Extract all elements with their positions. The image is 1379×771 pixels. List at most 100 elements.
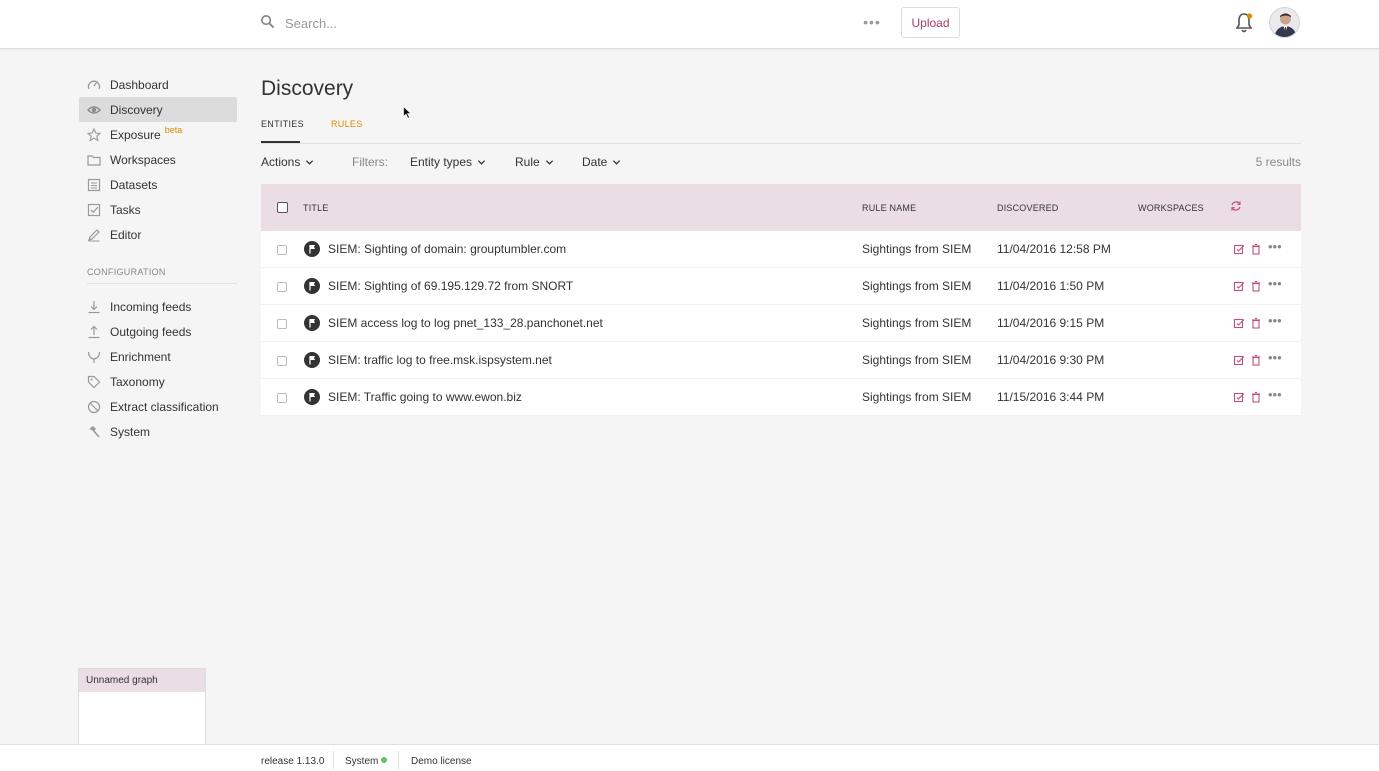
flag-icon (304, 389, 320, 405)
delete-icon[interactable] (1250, 243, 1262, 255)
table-row[interactable]: SIEM: Traffic going to www.ewon.biz Sigh… (261, 379, 1301, 416)
delete-icon[interactable] (1250, 354, 1262, 366)
sidebar-item-editor[interactable]: Editor (79, 222, 237, 247)
footer-divider (398, 751, 399, 769)
sidebar-item-taxonomy[interactable]: Taxonomy (79, 369, 237, 394)
rule-filter[interactable]: Rule (515, 155, 554, 169)
notification-bell-icon[interactable] (1234, 12, 1254, 34)
system-status-label: System (345, 756, 379, 767)
sidebar-item-label: Extract classification (110, 399, 219, 414)
sidebar-item-discovery[interactable]: Discovery (79, 97, 237, 122)
download-icon (87, 300, 101, 314)
search-input[interactable] (285, 15, 785, 31)
table-toolbar: Actions Filters: Entity types Rule Date … (261, 155, 1301, 173)
page-title: Discovery (261, 77, 354, 100)
delete-icon[interactable] (1250, 317, 1262, 329)
upload-icon (87, 325, 101, 339)
upload-button[interactable]: Upload (901, 7, 960, 38)
delete-icon[interactable] (1250, 391, 1262, 403)
delete-icon[interactable] (1250, 280, 1262, 292)
status-footer: release 1.13.0 System Demo license (0, 744, 1379, 771)
sidebar-item-enrichment[interactable]: Enrichment (79, 344, 237, 369)
checkbox-icon (87, 203, 101, 217)
sidebar-item-label: Incoming feeds (110, 299, 192, 314)
entity-types-filter[interactable]: Entity types (410, 155, 486, 169)
row-discovered: 11/04/2016 1:50 PM (997, 279, 1105, 293)
hammer-icon (87, 425, 101, 439)
sidebar-item-dashboard[interactable]: Dashboard (79, 72, 237, 97)
sidebar-item-label: Dashboard (110, 77, 169, 92)
entity-types-label: Entity types (410, 155, 473, 169)
row-title[interactable]: SIEM: Sighting of domain: grouptumbler.c… (328, 242, 566, 256)
table-row[interactable]: SIEM: Sighting of domain: grouptumbler.c… (261, 231, 1301, 268)
tab-rules[interactable]: RULES (331, 119, 363, 143)
column-rule-name[interactable]: RULE NAME (862, 203, 916, 213)
merge-icon (87, 350, 101, 364)
block-icon (87, 400, 101, 414)
status-ok-icon (381, 757, 388, 763)
flag-icon (304, 241, 320, 257)
row-checkbox[interactable] (277, 245, 287, 255)
sidebar-item-incoming-feeds[interactable]: Incoming feeds (79, 294, 237, 319)
sidebar-item-extract-classification[interactable]: Extract classification (79, 394, 237, 419)
top-bar: ••• Upload (0, 0, 1379, 49)
column-title[interactable]: TITLE (303, 203, 329, 213)
sidebar-item-exposure[interactable]: Exposure beta (79, 122, 237, 147)
sidebar-item-label: Editor (110, 227, 142, 242)
discovery-table: TITLE RULE NAME DISCOVERED WORKSPACES SI… (261, 184, 1301, 416)
sidebar-item-label: Tasks (110, 202, 141, 217)
row-discovered: 11/15/2016 3:44 PM (997, 390, 1105, 404)
table-row[interactable]: SIEM: Sighting of 69.195.129.72 from SNO… (261, 268, 1301, 305)
row-title[interactable]: SIEM: Traffic going to www.ewon.biz (328, 390, 522, 404)
sidebar-item-tasks[interactable]: Tasks (79, 197, 237, 222)
edit-icon[interactable] (1233, 243, 1245, 255)
search-bar (260, 12, 820, 34)
sidebar-item-label: Outgoing feeds (110, 324, 192, 339)
date-filter[interactable]: Date (582, 155, 621, 169)
system-status[interactable]: System (345, 756, 388, 767)
pencil-icon (87, 228, 101, 242)
row-checkbox[interactable] (277, 319, 287, 329)
row-discovered: 11/04/2016 9:30 PM (997, 353, 1105, 367)
user-avatar[interactable] (1269, 7, 1300, 38)
table-row[interactable]: SIEM access log to log pnet_133_28.panch… (261, 305, 1301, 342)
row-title[interactable]: SIEM access log to log pnet_133_28.panch… (328, 316, 603, 330)
select-all-checkbox[interactable] (277, 202, 288, 213)
row-checkbox[interactable] (277, 282, 287, 292)
table-row[interactable]: SIEM: traffic log to free.msk.ispsystem.… (261, 342, 1301, 379)
chevron-down-icon (477, 159, 486, 165)
row-more-icon[interactable]: ••• (1268, 276, 1282, 291)
actions-dropdown[interactable]: Actions (261, 155, 314, 169)
row-more-icon[interactable]: ••• (1268, 313, 1282, 328)
row-checkbox[interactable] (277, 356, 287, 366)
row-more-icon[interactable]: ••• (1268, 350, 1282, 365)
more-options-icon[interactable]: ••• (862, 14, 882, 30)
search-icon (260, 14, 275, 32)
edit-icon[interactable] (1233, 354, 1245, 366)
sidebar-item-label: Discovery (110, 102, 163, 117)
edit-icon[interactable] (1233, 391, 1245, 403)
graph-panel-title[interactable]: Unnamed graph (79, 669, 205, 692)
row-more-icon[interactable]: ••• (1268, 387, 1282, 402)
table-header: TITLE RULE NAME DISCOVERED WORKSPACES (261, 184, 1301, 231)
rule-label: Rule (515, 155, 540, 169)
row-checkbox[interactable] (277, 393, 287, 403)
row-title[interactable]: SIEM: traffic log to free.msk.ispsystem.… (328, 353, 552, 367)
edit-icon[interactable] (1233, 280, 1245, 292)
row-discovered: 11/04/2016 12:58 PM (997, 242, 1111, 256)
column-discovered[interactable]: DISCOVERED (997, 203, 1059, 213)
star-icon (87, 127, 101, 142)
sidebar-item-datasets[interactable]: Datasets (79, 172, 237, 197)
row-more-icon[interactable]: ••• (1268, 239, 1282, 254)
row-title[interactable]: SIEM: Sighting of 69.195.129.72 from SNO… (328, 279, 573, 293)
tab-entities[interactable]: ENTITIES (261, 119, 304, 143)
flag-icon (304, 315, 320, 331)
edit-icon[interactable] (1233, 317, 1245, 329)
sidebar-item-label: Taxonomy (110, 374, 165, 389)
sidebar-item-system[interactable]: System (79, 419, 237, 444)
folder-icon (87, 153, 101, 167)
sidebar-item-outgoing-feeds[interactable]: Outgoing feeds (79, 319, 237, 344)
sidebar-item-workspaces[interactable]: Workspaces (79, 147, 237, 172)
refresh-icon[interactable] (1230, 200, 1242, 212)
column-workspaces[interactable]: WORKSPACES (1138, 203, 1204, 213)
